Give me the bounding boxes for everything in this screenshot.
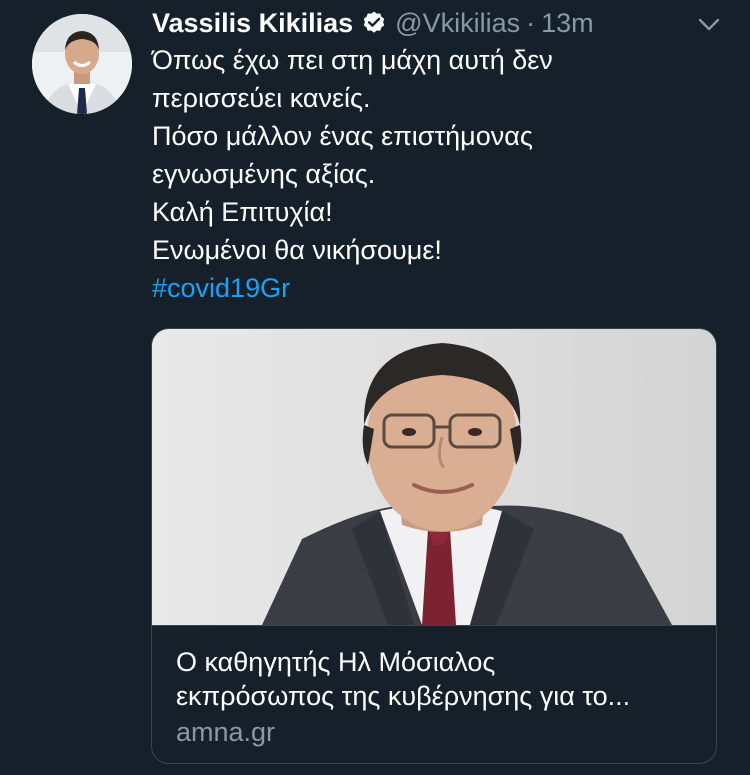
link-card-domain: amna.gr [176,717,276,747]
tweet-text-line: Όπως έχω πει στη μάχη αυτή δεν [152,45,553,75]
link-card-title-line: εκπρόσωπος της κυβέρνησης για το... [176,681,631,711]
separator-dot: · [526,7,536,38]
tweet-text-line: Πόσο μάλλον ένας επιστήμονας [152,121,533,151]
tweet[interactable]: Vassilis Kikilias @Vkikilias · 13m Όπως … [0,0,750,775]
hashtag-link[interactable]: #covid19Gr [152,269,732,307]
tweet-header: Vassilis Kikilias @Vkikilias · 13m [152,6,594,40]
tweet-text-line: Ενωμένοι θα νικήσουμε! [152,235,442,265]
tweet-text: Όπως έχω πει στη μάχη αυτή δεν περισσεύε… [152,41,732,307]
chevron-down-icon[interactable] [694,10,724,40]
portrait-image [152,329,716,625]
link-card-title-line: Ο καθηγητής Ηλ Μόσιαλος [176,647,496,677]
avatar-photo [32,14,132,114]
tweet-text-line: περισσεύει κανείς. [152,83,371,113]
link-card[interactable]: Ο καθηγητής Ηλ Μόσιαλος εκπρόσωπος της κ… [151,328,717,764]
author-avatar[interactable] [32,14,132,114]
author-handle[interactable]: @Vkikilias [395,8,520,39]
tweet-text-line: εγνωσμένης αξίας. [152,159,376,189]
link-card-body[interactable]: Ο καθηγητής Ηλ Μόσιαλος εκπρόσωπος της κ… [152,625,716,763]
link-card-image [152,329,716,625]
tweet-timestamp[interactable]: 13m [541,8,594,39]
tweet-text-line: Καλή Επιτυχία! [152,197,333,227]
author-name[interactable]: Vassilis Kikilias [152,8,353,39]
verified-badge-icon [361,10,387,36]
